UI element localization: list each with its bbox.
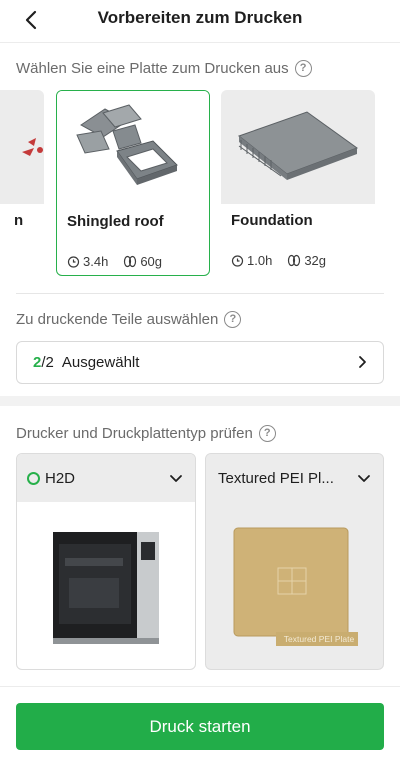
help-icon[interactable]: ? [224,311,242,328]
build-plate-image [233,527,358,646]
model-preview [237,111,359,180]
plate-thumbnail [0,90,44,204]
printer-panel[interactable]: H2D [16,453,196,670]
parts-status: Ausgewählt [61,354,140,371]
filament-icon [124,255,137,268]
parts-total-count: /2 [41,354,54,371]
printer-selector[interactable]: H2D [17,454,195,502]
plate-time: 1.0h [247,253,273,268]
plate-card-foundation[interactable]: Foundation 1.0h 32g [221,90,375,276]
plate-weight: 32g [304,253,327,268]
plate-thumbnail [57,91,209,205]
filament-icon [288,254,301,267]
footer-divider [0,686,400,687]
plate-time: 3.4h [83,254,109,269]
plate-name: Foundation [231,212,313,229]
plates-label-text: Wählen Sie eine Platte zum Drucken aus [16,60,289,77]
plate-type-selector[interactable]: Textured PEI Pl... [206,454,383,502]
plate-name: Shingled roof [67,213,164,230]
plate-weight: 60g [140,254,163,269]
plate-meta: 3.4h 60g [67,254,174,269]
parts-section-label: Zu druckende Teile auswählen ? [16,311,242,328]
plate-type-panel[interactable]: Textured PEI Pl... Textured PEI Plate [205,453,384,670]
printer-image [53,532,159,644]
model-preview [76,104,178,185]
section-divider [16,293,384,294]
plate-thumbnail [221,90,375,204]
chevron-down-icon [358,475,370,482]
plates-section-label: Wählen Sie eine Platte zum Drucken aus ? [16,60,312,77]
clock-icon [231,255,244,267]
parts-selected-count: 2 [33,354,42,371]
parts-select-row[interactable]: 2 /2 Ausgewählt [16,341,384,384]
clock-icon [67,256,80,268]
printer-status-indicator [27,471,40,485]
plate-image-caption: Textured PEI Plate [283,634,355,644]
help-icon[interactable]: ? [258,425,276,442]
printer-name: H2D [45,469,76,487]
header: Vorbereiten zum Drucken [0,0,400,40]
plate-type-name: Textured PEI Pl... [218,469,334,487]
plate-card-previous[interactable]: n [0,90,44,276]
start-print-button[interactable]: Druck starten [16,703,384,750]
plate-carousel[interactable]: n Shingled roof 3.4h 60g Foundation 1.0h… [0,90,400,276]
printer-label-text: Drucker und Druckplattentyp prüfen [16,425,253,442]
model-preview [22,138,43,156]
parts-label-text: Zu druckende Teile auswählen [16,311,219,328]
plate-card-shingled-roof[interactable]: Shingled roof 3.4h 60g [56,90,210,276]
chevron-right-icon [359,356,366,368]
chevron-down-icon [170,475,182,482]
page-title: Vorbereiten zum Drucken [97,8,303,27]
section-gap [0,396,400,406]
help-icon[interactable]: ? [294,60,312,77]
printer-section-label: Drucker und Druckplattentyp prüfen ? [16,425,276,442]
plate-name: n [14,212,24,229]
header-divider [0,42,400,43]
plate-meta: 1.0h 32g [231,253,338,268]
